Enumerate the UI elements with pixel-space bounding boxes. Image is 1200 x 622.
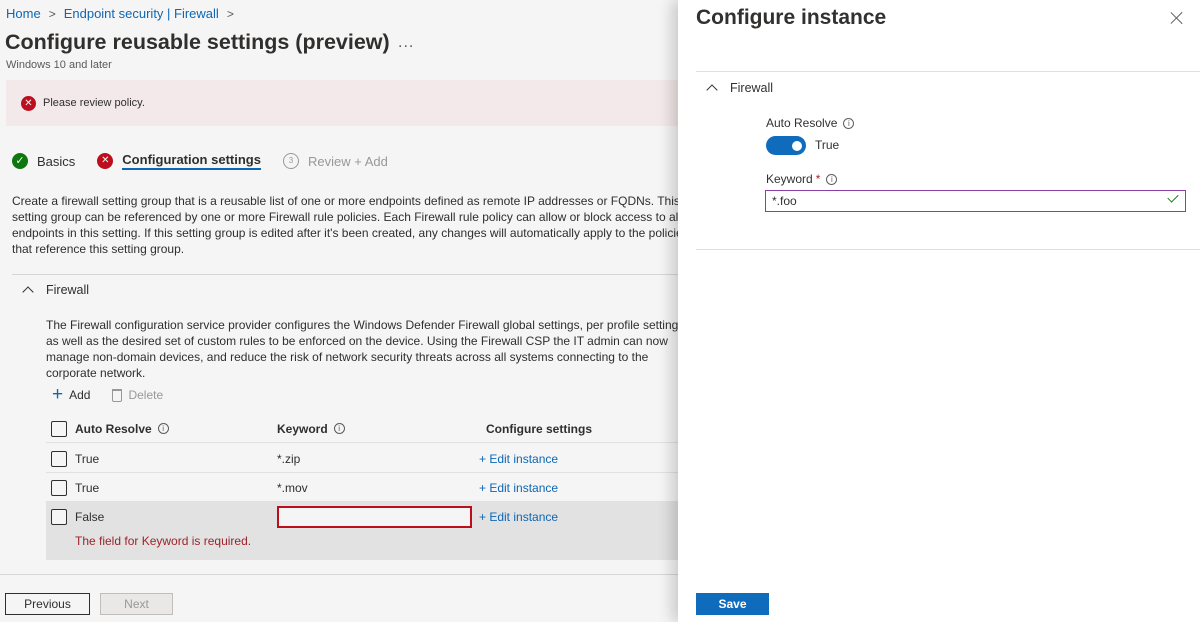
column-header-keyword: Keyword — [277, 421, 328, 436]
divider — [12, 274, 678, 275]
main-page: Home > Endpoint security | Firewall > Co… — [0, 0, 680, 622]
table-row-error: False + Edit instance The field for Keyw… — [46, 502, 678, 560]
auto-resolve-value: True — [75, 451, 100, 466]
chevron-right-icon: > — [48, 6, 56, 21]
table-header-row: Auto Resolve i Keyword i Configure setti… — [46, 414, 678, 443]
column-header-configure-settings: Configure settings — [486, 421, 593, 436]
info-icon[interactable]: i — [843, 117, 855, 129]
error-icon: ✕ — [21, 95, 36, 111]
step-number-icon: 3 — [282, 153, 299, 169]
plus-icon: + — [52, 384, 64, 405]
keyword-input-invalid[interactable] — [277, 505, 472, 528]
row-checkbox[interactable] — [51, 450, 67, 467]
column-header-auto-resolve: Auto Resolve — [75, 421, 152, 436]
info-icon[interactable]: i — [826, 173, 838, 185]
info-icon[interactable]: i — [333, 423, 345, 434]
step-configuration-settings[interactable]: ✕ Configuration settings — [97, 152, 261, 170]
toggle-knob — [792, 140, 802, 151]
delete-button[interactable]: Delete — [128, 388, 163, 402]
keyword-value: *.mov — [277, 480, 308, 495]
row-checkbox[interactable] — [51, 479, 67, 496]
step-basics[interactable]: ✓ Basics — [12, 153, 75, 169]
checkmark-icon: ✓ — [12, 153, 28, 169]
info-icon[interactable]: i — [157, 423, 169, 434]
edit-instance-link[interactable]: + Edit instance — [479, 510, 558, 524]
row-checkbox[interactable] — [51, 508, 67, 525]
trash-icon — [112, 388, 123, 402]
section-title: Firewall — [730, 81, 774, 95]
keyword-error-message: The field for Keyword is required. — [75, 534, 252, 548]
firewall-section-header[interactable]: Firewall — [22, 283, 90, 298]
error-banner-message: Please review policy. — [43, 97, 145, 109]
section-title: Firewall — [46, 283, 90, 297]
auto-resolve-label: Auto Resolve i — [766, 116, 855, 130]
table-row: True *.zip + Edit instance — [46, 444, 678, 473]
add-button[interactable]: Add — [69, 388, 90, 402]
step-label: Configuration settings — [122, 152, 261, 170]
close-icon[interactable] — [1168, 9, 1186, 27]
auto-resolve-value: False — [75, 509, 105, 524]
divider — [696, 71, 1200, 72]
keyword-input[interactable] — [765, 190, 1186, 212]
configure-instance-panel: Configure instance Firewall Auto Resolve… — [678, 0, 1200, 622]
table-row: True *.mov + Edit instance — [46, 473, 678, 502]
previous-button[interactable]: Previous — [5, 593, 90, 615]
page-description: Create a firewall setting group that is … — [12, 194, 680, 256]
error-banner: ✕ Please review policy. — [6, 80, 678, 126]
chevron-up-icon — [706, 84, 718, 96]
breadcrumb-home[interactable]: Home — [6, 6, 41, 21]
firewall-description: The Firewall configuration service provi… — [46, 318, 680, 380]
table-toolbar: + Add Delete — [52, 384, 163, 405]
footer-divider — [0, 574, 678, 575]
divider — [696, 249, 1200, 250]
edit-instance-link[interactable]: + Edit instance — [479, 452, 558, 466]
select-all-checkbox[interactable] — [51, 420, 67, 437]
keyword-label: Keyword * i — [766, 172, 838, 186]
error-icon: ✕ — [97, 153, 114, 169]
breadcrumb-firewall[interactable]: Endpoint security | Firewall — [64, 6, 219, 21]
page-subtitle: Windows 10 and later — [6, 59, 112, 71]
auto-resolve-value: True — [75, 480, 100, 495]
next-button[interactable]: Next — [100, 593, 173, 615]
toggle-state-text: True — [815, 138, 840, 152]
edit-instance-link[interactable]: + Edit instance — [479, 481, 558, 495]
wizard-steps: ✓ Basics ✕ Configuration settings 3 Revi… — [12, 150, 410, 172]
required-marker: * — [815, 172, 821, 186]
chevron-up-icon — [22, 286, 34, 298]
save-button[interactable]: Save — [696, 593, 769, 615]
panel-title: Configure instance — [696, 6, 887, 29]
breadcrumb: Home > Endpoint security | Firewall > — [6, 6, 242, 21]
chevron-right-icon: > — [226, 6, 234, 21]
step-review-add[interactable]: 3 Review + Add — [282, 153, 388, 169]
step-label: Basics — [37, 153, 76, 169]
page-title: Configure reusable settings (preview) — [5, 30, 390, 54]
keyword-value: *.zip — [277, 451, 301, 466]
auto-resolve-toggle[interactable] — [766, 136, 806, 155]
more-options-icon[interactable]: ... — [398, 34, 414, 52]
step-label: Review + Add — [307, 153, 388, 169]
panel-firewall-section-header[interactable]: Firewall — [706, 81, 774, 96]
